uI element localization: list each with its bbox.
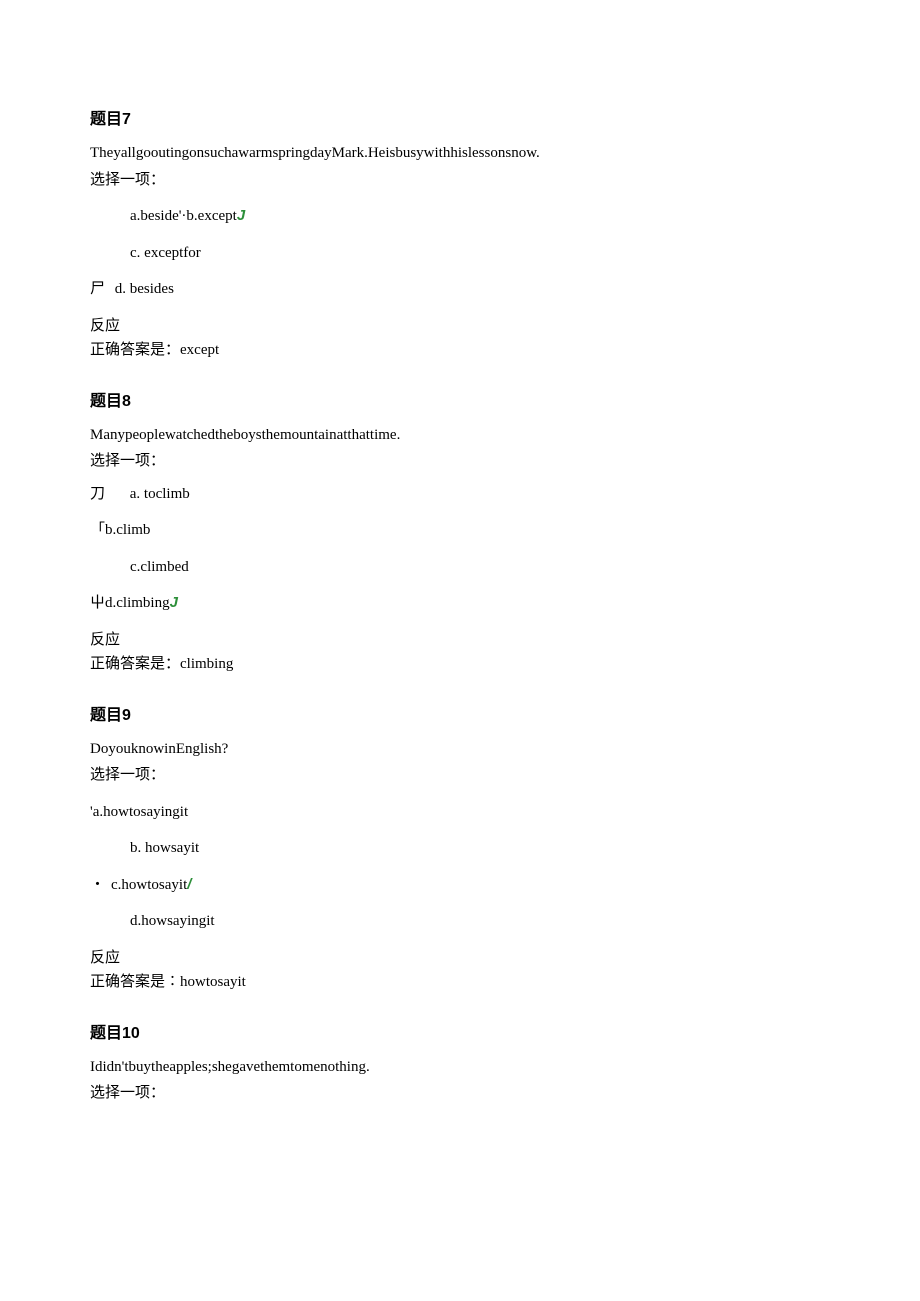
answer-value: climbing	[180, 656, 233, 672]
option-d[interactable]: d.howsayingit	[90, 910, 830, 933]
feedback-label: 反应	[90, 629, 830, 652]
question-heading: 题目7	[90, 108, 830, 132]
heading-number: 7	[122, 111, 131, 128]
options-block: 刀 a. toclimb 「b.climb c.climbed 屮d.climb…	[90, 483, 830, 615]
question-text: DoyouknowinEnglish?	[90, 738, 830, 761]
select-prompt: 选择一项：	[90, 450, 830, 473]
correct-answer: 正确答案是：except	[90, 339, 830, 362]
question-7: 题目7 TheyallgooutingonsuchawarmspringdayM…	[90, 108, 830, 362]
check-icon: J	[170, 594, 178, 611]
radio-marker: 尸	[90, 278, 105, 301]
question-heading: 题目9	[90, 704, 830, 728]
answer-value: except	[180, 342, 219, 358]
question-9: 题目9 DoyouknowinEnglish? 选择一项： 'a.howtosa…	[90, 704, 830, 994]
answer-label: 正确答案是：	[90, 656, 180, 672]
option-b[interactable]: b. howsayit	[90, 837, 830, 860]
question-text: Manypeoplewatchedtheboysthemountainattha…	[90, 424, 830, 447]
select-prompt: 选择一项：	[90, 1082, 830, 1105]
answer-value: howtosayit	[180, 974, 246, 990]
question-text: Ididn'tbuytheapples;shegavethemtomenothi…	[90, 1056, 830, 1079]
option-a[interactable]: 'a.howtosayingit	[90, 801, 830, 824]
option-b-marker: 「	[90, 522, 105, 538]
question-heading: 题目10	[90, 1022, 830, 1046]
radio-marker: 刀	[90, 483, 108, 506]
option-c[interactable]: c. exceptfor	[90, 242, 830, 265]
option-c-text: c.howtosayit	[111, 877, 187, 893]
option-d[interactable]: 屮d.climbingJ	[90, 592, 830, 615]
feedback-label: 反应	[90, 315, 830, 338]
heading-label: 题目	[90, 111, 122, 128]
option-b[interactable]: 「b.climb	[90, 519, 830, 542]
option-d[interactable]: d. besides	[115, 278, 174, 301]
options-block: 'a.howtosayingit b. howsayit ・ c.howtosay…	[90, 801, 830, 933]
heading-number: 9	[122, 707, 131, 724]
option-ab[interactable]: a.beside'·b.exceptJ	[90, 205, 830, 228]
option-d-text: d.climbing	[105, 595, 170, 611]
heading-number: 10	[122, 1025, 140, 1042]
question-10: 题目10 Ididn'tbuytheapples;shegavethemtome…	[90, 1022, 830, 1105]
option-a-row: 刀 a. toclimb	[90, 483, 830, 506]
check-icon: /	[187, 876, 191, 893]
correct-answer: 正确答案是∶howtosayit	[90, 971, 830, 994]
answer-label: 正确答案是：	[90, 342, 180, 358]
option-d-row: 尸 d. besides	[90, 278, 830, 301]
feedback-label: 反应	[90, 947, 830, 970]
option-c[interactable]: c.climbed	[90, 556, 830, 579]
select-prompt: 选择一项：	[90, 764, 830, 787]
question-8: 题目8 Manypeoplewatchedtheboysthemountaina…	[90, 390, 830, 676]
option-text: a.beside'·b.except	[130, 208, 237, 224]
check-icon: J	[237, 207, 245, 224]
heading-label: 题目	[90, 707, 122, 724]
answer-label: 正确答案是∶	[90, 974, 180, 990]
question-heading: 题目8	[90, 390, 830, 414]
option-b-text: b.climb	[105, 522, 150, 538]
heading-label: 题目	[90, 393, 122, 410]
option-c[interactable]: ・ c.howtosayit/	[90, 874, 830, 897]
heading-number: 8	[122, 393, 131, 410]
options-block: a.beside'·b.exceptJ c. exceptfor 尸 d. be…	[90, 205, 830, 301]
option-a[interactable]: a. toclimb	[118, 483, 190, 506]
select-prompt: 选择一项：	[90, 169, 830, 192]
heading-label: 题目	[90, 1025, 122, 1042]
bullet-icon: ・	[90, 874, 105, 897]
option-d-marker: 屮	[90, 595, 105, 611]
question-text: TheyallgooutingonsuchawarmspringdayMark.…	[90, 142, 830, 165]
correct-answer: 正确答案是：climbing	[90, 653, 830, 676]
